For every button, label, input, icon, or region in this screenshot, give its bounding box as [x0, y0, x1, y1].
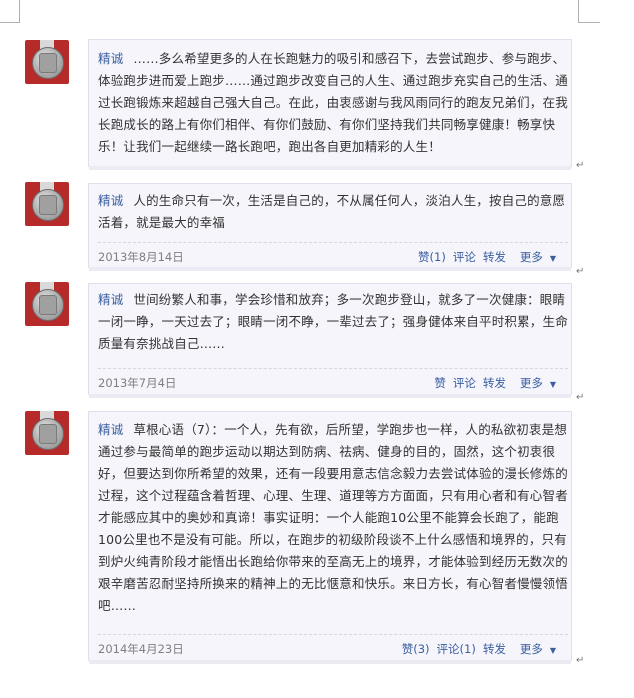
repost-button[interactable]: 转发 [483, 250, 506, 264]
post-card: 精诚 人的生命只有一次，生活是自己的，不从属任何人，淡泊人生，按自己的意愿活着，就… [88, 183, 572, 271]
post-meta: 2013年7月4日 赞评论 转发 更多 ▼ [98, 368, 568, 391]
post-actions: 赞(3) 评论(1) 转发 更多 ▼ [395, 641, 556, 657]
post-actions: 赞(1) 评论 转发 更多 ▼ [411, 249, 556, 265]
post-text: 人的生命只有一次，生活是自己的，不从属任何人，淡泊人生，按自己的意愿活着，就是最… [98, 193, 566, 230]
post-meta: 2013年8月14日 赞(1) 评论 转发 更多 ▼ [98, 242, 568, 265]
paragraph-mark-icon: ↵ [576, 160, 585, 171]
like-button[interactable]: 赞 [434, 376, 446, 390]
post-4: 精诚 草根心语（7）：一个人，先有欲，后所望，学跑步也一样，人的私欲初衷是想通过参… [0, 405, 634, 695]
post-body: 精诚 世间纷繁人和事，学会珍惜和放弃；多一次跑步登山，就多了一次健康：眼睛一闭一睁… [98, 289, 568, 355]
repost-button[interactable]: 转发 [483, 376, 506, 390]
comment-button[interactable]: 评论 [453, 250, 476, 264]
caret-down-icon: ▼ [549, 380, 556, 389]
post-card: 精诚 ……多么希望更多的人在长跑魅力的吸引和感召下，去尝试跑步、参与跑步、体验跑步… [88, 39, 572, 170]
more-button[interactable]: 更多 ▼ [513, 250, 556, 264]
like-button[interactable]: 赞(3) [402, 642, 430, 656]
avatar[interactable] [25, 40, 69, 84]
caret-down-icon: ▼ [549, 254, 556, 263]
post-body: 精诚 ……多么希望更多的人在长跑魅力的吸引和感召下，去尝试跑步、参与跑步、体验跑步… [98, 48, 568, 158]
post-text: 草根心语（7）：一个人，先有欲，后所望，学跑步也一样，人的私欲初衷是想通过参与最… [98, 422, 568, 613]
post-card: 精诚 世间纷繁人和事，学会珍惜和放弃；多一次跑步登山，就多了一次健康：眼睛一闭一睁… [88, 283, 572, 398]
avatar[interactable] [25, 182, 69, 226]
post-body: 精诚 人的生命只有一次，生活是自己的，不从属任何人，淡泊人生，按自己的意愿活着，就… [98, 190, 568, 234]
comment-button[interactable]: 评论(1) [437, 642, 476, 656]
paragraph-mark-icon: ↵ [576, 655, 585, 666]
comment-button[interactable]: 评论 [453, 376, 476, 390]
post-text: 世间纷繁人和事，学会珍惜和放弃；多一次跑步登山，就多了一次健康：眼睛一闭一睁，一… [98, 292, 568, 351]
more-label: 更多 [519, 250, 543, 264]
post-text: ……多么希望更多的人在长跑魅力的吸引和感召下，去尝试跑步、参与跑步、体验跑步进而… [98, 51, 568, 154]
post-3: 精诚 世间纷繁人和事，学会珍惜和放弃；多一次跑步登山，就多了一次健康：眼睛一闭一睁… [0, 280, 634, 403]
more-button[interactable]: 更多 ▼ [513, 376, 556, 390]
post-meta: 2014年4月23日 赞(3) 评论(1) 转发 更多 ▼ [98, 634, 568, 657]
username-link[interactable]: 精诚 [98, 422, 123, 437]
post-date: 2013年8月14日 [98, 250, 184, 264]
post-date: 2013年7月4日 [98, 376, 177, 390]
avatar[interactable] [25, 411, 69, 455]
paragraph-mark-icon: ↵ [576, 266, 585, 277]
post-2: 精诚 人的生命只有一次，生活是自己的，不从属任何人，淡泊人生，按自己的意愿活着，就… [0, 180, 634, 277]
more-label: 更多 [519, 376, 543, 390]
avatar[interactable] [25, 282, 69, 326]
post-card: 精诚 草根心语（7）：一个人，先有欲，后所望，学跑步也一样，人的私欲初衷是想通过参… [88, 411, 572, 664]
like-button[interactable]: 赞(1) [418, 250, 446, 264]
more-label: 更多 [519, 642, 543, 656]
post-body: 精诚 草根心语（7）：一个人，先有欲，后所望，学跑步也一样，人的私欲初衷是想通过参… [98, 419, 568, 617]
repost-button[interactable]: 转发 [483, 642, 506, 656]
more-button[interactable]: 更多 ▼ [513, 642, 556, 656]
username-link[interactable]: 精诚 [98, 292, 123, 307]
post-date: 2014年4月23日 [98, 642, 184, 656]
post-actions: 赞评论 转发 更多 ▼ [427, 375, 556, 391]
username-link[interactable]: 精诚 [98, 193, 123, 208]
username-link[interactable]: 精诚 [98, 51, 123, 66]
caret-down-icon: ▼ [549, 646, 556, 655]
paragraph-mark-icon: ↵ [576, 392, 585, 403]
post-1: 精诚 ……多么希望更多的人在长跑魅力的吸引和感召下，去尝试跑步、参与跑步、体验跑步… [0, 0, 634, 172]
